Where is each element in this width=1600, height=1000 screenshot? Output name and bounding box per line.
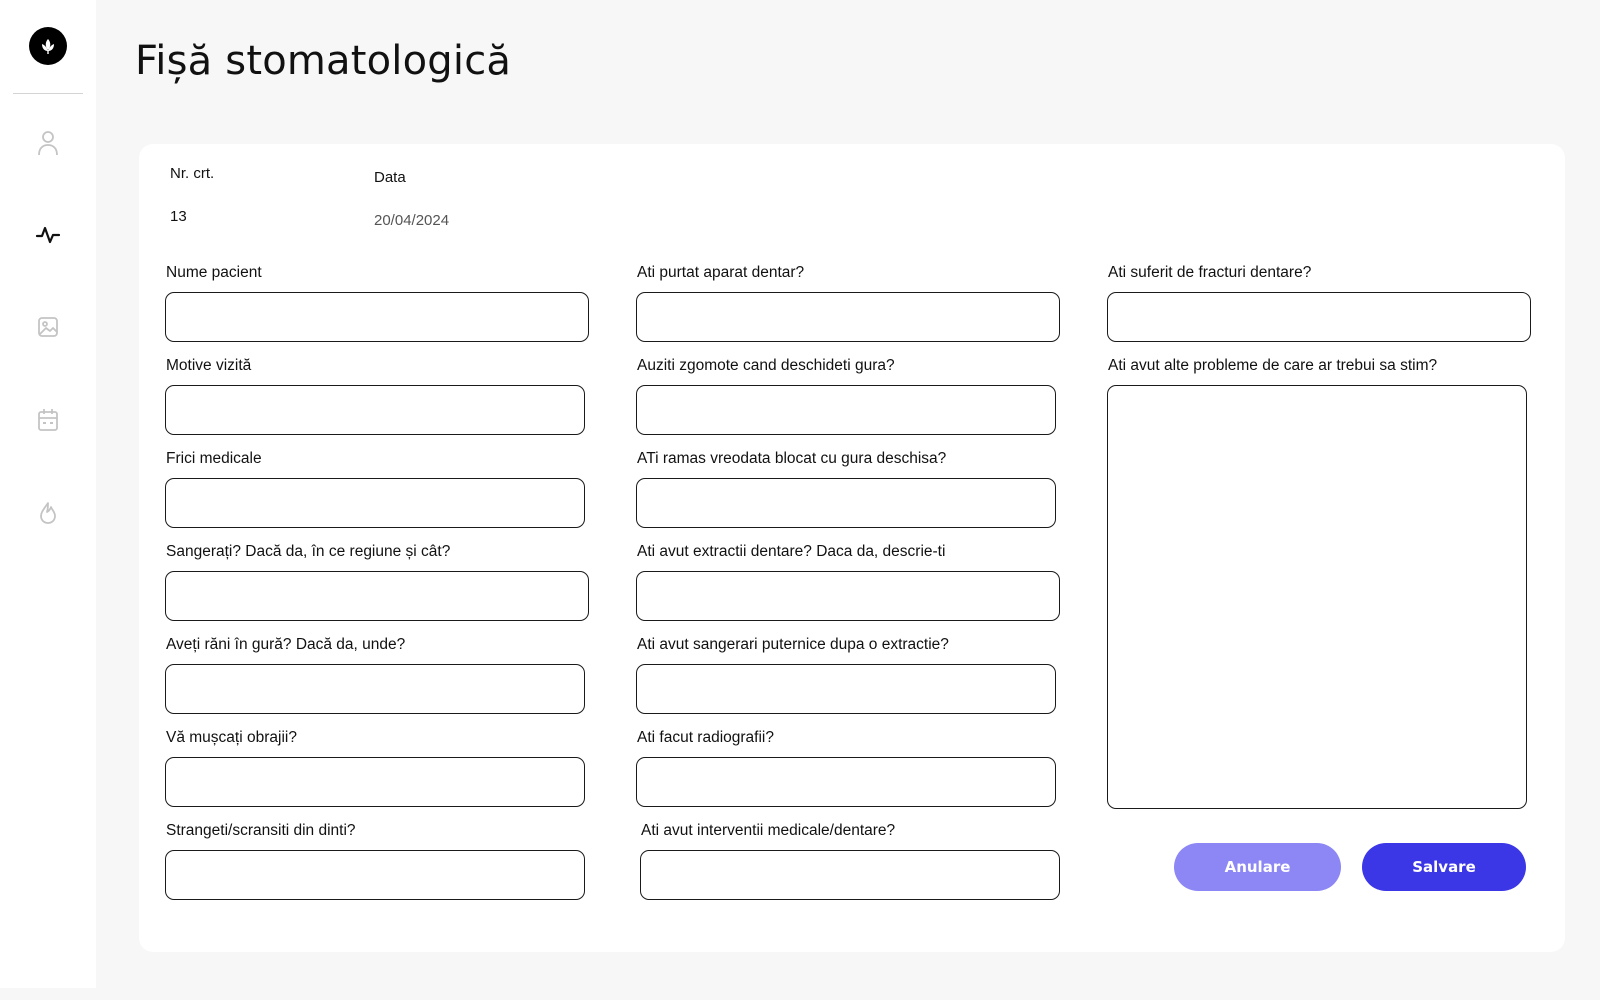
input-patient-name[interactable] <box>165 292 589 342</box>
label-patient-name: Nume pacient <box>166 264 262 281</box>
nr-crt-value: 13 <box>170 208 187 225</box>
user-icon[interactable] <box>33 128 63 158</box>
input-extraction-bleeding[interactable] <box>636 664 1056 714</box>
input-teeth-grinding[interactable] <box>165 850 585 900</box>
input-medical-fears[interactable] <box>165 478 585 528</box>
cancel-button[interactable]: Anulare <box>1174 843 1341 891</box>
label-jaw-locked: ATi ramas vreodata blocat cu gura deschi… <box>637 450 947 467</box>
label-interventions: Ati avut interventii medicale/dentare? <box>641 822 896 839</box>
date-value: 20/04/2024 <box>374 212 450 229</box>
input-mouth-wounds[interactable] <box>165 664 585 714</box>
input-visit-reasons[interactable] <box>165 385 585 435</box>
label-teeth-grinding: Strangeti/scransiti din dinti? <box>166 822 356 839</box>
image-icon[interactable] <box>33 312 63 342</box>
label-extraction-bleeding: Ati avut sangerari puternice dupa o extr… <box>637 636 949 653</box>
label-jaw-noises: Auziti zgomote cand deschideti gura? <box>637 357 895 374</box>
input-jaw-noises[interactable] <box>636 385 1056 435</box>
label-medical-fears: Frici medicale <box>166 450 262 467</box>
save-button[interactable]: Salvare <box>1362 843 1526 891</box>
input-extractions[interactable] <box>636 571 1060 621</box>
input-braces[interactable] <box>636 292 1060 342</box>
input-bleeding[interactable] <box>165 571 589 621</box>
input-xrays[interactable] <box>636 757 1056 807</box>
label-mouth-wounds: Aveți răni în gură? Dacă da, unde? <box>166 636 406 653</box>
calendar-icon[interactable] <box>33 405 63 435</box>
activity-icon[interactable] <box>33 220 63 250</box>
sidebar <box>0 0 96 988</box>
label-xrays: Ati facut radiografii? <box>637 729 774 746</box>
dental-record-card: Nr. crt. 13 Data 20/04/2024 Nume pacient… <box>139 144 1565 952</box>
leaf-logo-icon[interactable] <box>29 27 67 65</box>
label-tooth-fractures: Ati suferit de fracturi dentare? <box>1108 264 1312 281</box>
label-other-problems: Ati avut alte probleme de care ar trebui… <box>1108 357 1438 374</box>
label-visit-reasons: Motive vizită <box>166 357 252 374</box>
date-label: Data <box>374 169 406 186</box>
label-cheek-biting: Vă mușcați obrajii? <box>166 729 297 746</box>
input-cheek-biting[interactable] <box>165 757 585 807</box>
input-interventions[interactable] <box>640 850 1060 900</box>
input-tooth-fractures[interactable] <box>1107 292 1531 342</box>
label-extractions: Ati avut extractii dentare? Daca da, des… <box>637 543 946 560</box>
textarea-other-problems[interactable] <box>1107 385 1527 809</box>
label-braces: Ati purtat aparat dentar? <box>637 264 805 281</box>
nr-crt-label: Nr. crt. <box>170 165 215 182</box>
label-bleeding: Sangerați? Dacă da, în ce regiune și cât… <box>166 543 451 560</box>
flame-icon[interactable] <box>33 498 63 528</box>
page-title: Fișă stomatologică <box>135 38 512 84</box>
input-jaw-locked[interactable] <box>636 478 1056 528</box>
sidebar-divider <box>13 93 83 94</box>
